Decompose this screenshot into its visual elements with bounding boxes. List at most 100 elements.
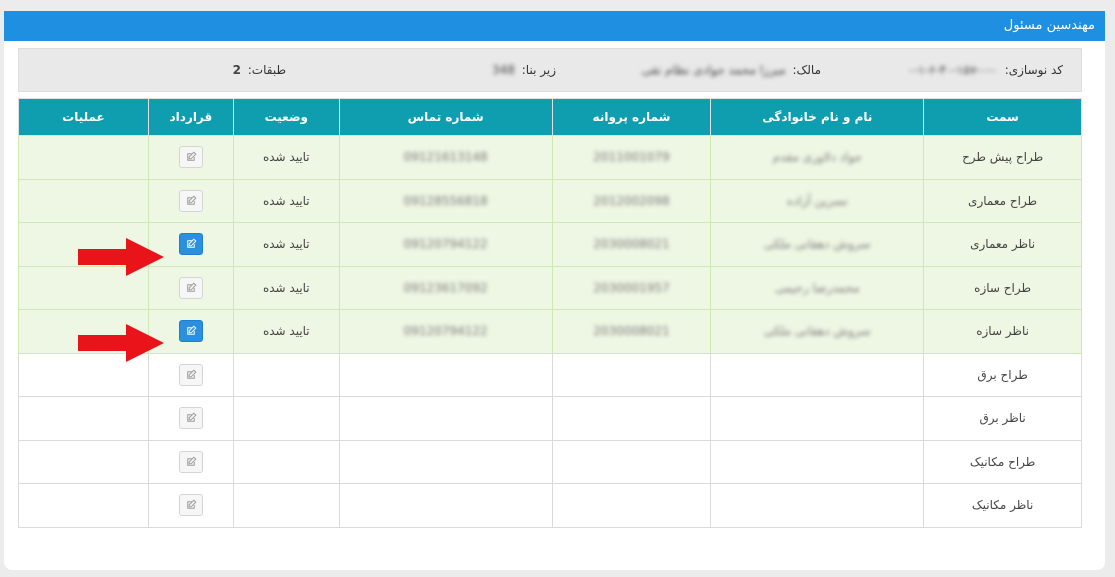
cell-license: 2030001957 — [551, 265, 712, 310]
cell-role: طراح معماری — [923, 178, 1082, 223]
cell-status-text: تایید شده — [262, 193, 310, 208]
owner: مالک: میرزا محمد جوادی نظام تقی — [642, 49, 821, 91]
cell-phone: 09123617092 — [338, 265, 553, 310]
cell-phone-text: 09128556818 — [403, 193, 488, 208]
edit-icon — [185, 325, 197, 337]
cell-license: 2012002098 — [551, 178, 712, 223]
contract-edit-button[interactable] — [178, 407, 203, 430]
cell-license: 2030008021 — [551, 309, 712, 354]
cell-license-text: 2030001957 — [593, 280, 670, 295]
cell-ops — [18, 396, 149, 441]
cell-contract — [147, 396, 234, 441]
cell-license — [551, 483, 712, 528]
cell-status — [232, 483, 340, 528]
table-row: طراح سازه محمدرضا رحیمی 2030001957 09123617… — [18, 265, 1082, 310]
cell-role: ناظر برق — [923, 396, 1082, 441]
cell-role: طراح مکانیک — [923, 439, 1082, 484]
contract-edit-button[interactable] — [178, 189, 203, 212]
cell-phone — [338, 483, 553, 528]
cell-name-text: سروش دهقانی ملکی — [764, 237, 871, 252]
cell-license: 2011001079 — [551, 135, 712, 180]
header-status: وضعیت — [232, 98, 340, 136]
renovation-code: کد نوسازی: ۰-۰-۱۵۷-۴۰-۶-۱-۰ — [907, 49, 1063, 91]
arrow-right-icon — [78, 324, 164, 362]
cell-phone — [338, 396, 553, 441]
cell-name-text: جواد دلاوری مقدم — [772, 150, 862, 165]
cell-phone: 09128556818 — [338, 178, 553, 223]
cell-license-text: 2011001079 — [593, 150, 670, 165]
cell-name: سروش دهقانی ملکی — [710, 222, 925, 267]
cell-name: محمدرضا رحیمی — [710, 265, 925, 310]
contract-edit-button[interactable] — [178, 276, 203, 299]
cell-role-text: طراح معماری — [968, 193, 1038, 208]
cell-name-text: نسرین آزاده — [786, 193, 848, 208]
table-row: طراح پیش طرح جواد دلاوری مقدم 2011001079 09… — [18, 135, 1082, 180]
table-row: طراح معماری نسرین آزاده 2012002098 09128556… — [18, 178, 1082, 223]
cell-license — [551, 396, 712, 441]
cell-phone — [338, 352, 553, 397]
header-phone: شماره تماس — [338, 98, 553, 136]
cell-role: طراح برق — [923, 352, 1082, 397]
header-name: نام و نام خانوادگی — [710, 98, 925, 136]
floor-area-label: زیر بنا: — [521, 63, 556, 77]
cell-status: تایید شده — [232, 135, 340, 180]
cell-name — [710, 439, 925, 484]
contract-edit-button[interactable] — [178, 233, 203, 256]
cell-license-text: 2030008021 — [593, 237, 670, 252]
cell-status: تایید شده — [232, 265, 340, 310]
cell-role: طراح سازه — [923, 265, 1082, 310]
cell-role-text: ناظر برق — [979, 411, 1026, 426]
table-header-row: سمت نام و نام خانوادگی شماره پروانه شمار… — [18, 98, 1082, 136]
cell-status-text: تایید شده — [262, 280, 310, 295]
cell-phone: 09120794122 — [338, 309, 553, 354]
cell-ops — [18, 135, 149, 180]
cell-contract — [147, 135, 234, 180]
cell-name: جواد دلاوری مقدم — [710, 135, 925, 180]
floors-value: 2 — [232, 63, 241, 77]
header-role: سمت — [923, 98, 1082, 136]
edit-icon — [185, 456, 197, 468]
cell-phone-text: 09120794122 — [403, 237, 488, 252]
panel-title: مهندسین مسئول — [4, 11, 1105, 41]
contract-edit-button[interactable] — [178, 450, 203, 473]
contract-edit-button[interactable] — [178, 146, 203, 169]
contract-edit-button[interactable] — [178, 494, 203, 517]
cell-phone-text: 09123617092 — [403, 280, 488, 295]
owner-label: مالک: — [792, 63, 821, 77]
edit-icon — [185, 412, 197, 424]
cell-name: سروش دهقانی ملکی — [710, 309, 925, 354]
cell-status: تایید شده — [232, 222, 340, 267]
cell-status-text: تایید شده — [262, 237, 310, 252]
cell-status-text: تایید شده — [262, 150, 310, 165]
cell-phone-text: 09120794122 — [403, 324, 488, 339]
cell-phone-text: 09121613148 — [403, 150, 488, 165]
edit-icon — [185, 282, 197, 294]
cell-status — [232, 352, 340, 397]
header-license: شماره پروانه — [551, 98, 712, 136]
cell-role-text: طراح مکانیک — [969, 454, 1036, 469]
owner-value: میرزا محمد جوادی نظام تقی — [641, 63, 786, 77]
cell-license: 2030008021 — [551, 222, 712, 267]
cell-status: تایید شده — [232, 178, 340, 223]
edit-icon — [185, 499, 197, 511]
cell-status — [232, 396, 340, 441]
edit-icon — [185, 369, 197, 381]
contract-edit-button[interactable] — [178, 363, 203, 386]
edit-icon — [185, 151, 197, 163]
cell-name — [710, 396, 925, 441]
cell-contract — [147, 483, 234, 528]
cell-role-text: طراح پیش طرح — [962, 150, 1044, 165]
cell-role-text: طراح برق — [977, 367, 1028, 382]
table-row: ناظر سازه سروش دهقانی ملکی 2030008021 09120… — [18, 309, 1082, 354]
cell-contract — [147, 178, 234, 223]
contract-edit-button[interactable] — [178, 320, 203, 343]
cell-role: طراح پیش طرح — [923, 135, 1082, 180]
cell-name-text: سروش دهقانی ملکی — [764, 324, 871, 339]
cell-phone: 09120794122 — [338, 222, 553, 267]
floors-label: طبقات: — [247, 63, 286, 77]
engineers-table: سمت نام و نام خانوادگی شماره پروانه شمار… — [18, 98, 1082, 528]
cell-phone: 09121613148 — [338, 135, 553, 180]
floors: طبقات: 2 — [233, 49, 286, 91]
floor-area: زیر بنا: 348 — [492, 49, 556, 91]
cell-role: ناظر مکانیک — [923, 483, 1082, 528]
